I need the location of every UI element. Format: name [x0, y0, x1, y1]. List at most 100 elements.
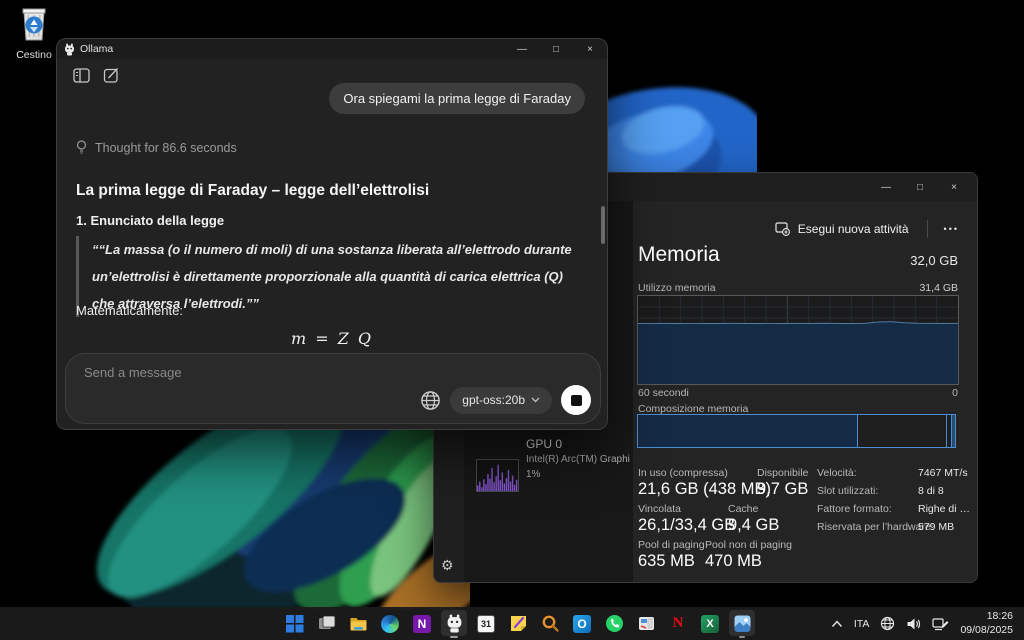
committed-label: Vincolata [638, 503, 681, 515]
memory-composition-bar [637, 414, 959, 448]
speaker-icon[interactable] [906, 617, 921, 631]
toolbar-divider [927, 220, 928, 238]
slots-label: Slot utilizzati: [817, 485, 878, 497]
taskbar-item-calendar[interactable]: 31 [470, 607, 502, 640]
clock[interactable]: 18:26 09/08/2025 [960, 610, 1013, 636]
memory-history-chart [637, 295, 959, 385]
user-message-bubble: Ora spiegami la prima legge di Faraday [329, 83, 585, 114]
run-new-task-button[interactable]: Esegui nuova attività [767, 218, 917, 240]
taskbar-item-snipping-tool[interactable] [630, 607, 662, 640]
formula: m = Z Q [57, 329, 607, 348]
cached-label: Cache [728, 503, 758, 515]
taskbar-item-search[interactable] [534, 607, 566, 640]
message-composer[interactable]: gpt-oss:20b [65, 353, 601, 424]
photos-icon [733, 614, 752, 633]
maximize-button[interactable]: □ [539, 39, 573, 59]
gpu-sparkline-chart [476, 459, 519, 492]
taskbar-item-edge[interactable] [374, 607, 406, 640]
memory-total: 32,0 GB [910, 253, 958, 268]
slots-value: 8 di 8 [918, 485, 944, 497]
more-options-button[interactable]: ••• [938, 220, 965, 238]
taskbar-item-file-explorer[interactable] [342, 607, 374, 640]
running-indicator [450, 636, 458, 639]
taskbar-item-excel[interactable]: X [694, 607, 726, 640]
taskbar-item-netflix[interactable]: N [662, 607, 694, 640]
close-button[interactable]: × [937, 173, 971, 201]
taskbar-item-task-view[interactable] [310, 607, 342, 640]
thought-status-row[interactable]: Thought for 86.6 seconds [76, 140, 237, 155]
onenote-icon: N [413, 615, 431, 633]
x-axis-left-label: 60 secondi [638, 387, 689, 399]
response-section-heading: 1. Enunciato della legge [76, 213, 224, 228]
gpu-usage: 1% [526, 469, 540, 480]
recycle-bin-desktop-icon[interactable]: Cestino [4, 6, 64, 61]
recycle-bin-icon [17, 6, 51, 42]
minimize-button[interactable]: — [505, 39, 539, 59]
llama-icon [64, 43, 75, 56]
composition-segment [857, 414, 947, 448]
ollama-icon [445, 614, 464, 633]
language-indicator[interactable]: ITA [854, 618, 870, 630]
whatsapp-icon [605, 614, 624, 633]
network-globe-icon[interactable] [880, 616, 895, 631]
x-axis-right-label: 0 [952, 387, 958, 399]
taskbar-item-start[interactable] [278, 607, 310, 640]
start-icon [285, 614, 304, 633]
taskbar-item-sticky-notes[interactable] [502, 607, 534, 640]
lightbulb-icon [76, 140, 87, 155]
globe-icon[interactable] [420, 390, 441, 411]
gpu-name: GPU 0 [526, 437, 562, 451]
in-use-label: In uso (compressa) [638, 467, 728, 479]
edge-icon [381, 615, 399, 633]
snipping-tool-icon [637, 614, 656, 633]
settings-gear-icon[interactable]: ⚙ [441, 557, 454, 574]
taskbar-item-onenote[interactable]: N [406, 607, 438, 640]
ollama-window: Ollama — □ × Ora spiegami la prima legge… [56, 38, 608, 430]
taskbar: N 31 [0, 607, 1024, 640]
speed-value: 7467 MT/s [918, 467, 968, 479]
hw-reserved-label: Riservata per l’hardware: [817, 521, 934, 533]
math-intro: Matematicamente: [76, 303, 183, 318]
tray-chevron-up-icon[interactable] [831, 620, 843, 628]
taskbar-item-outlook[interactable]: O [566, 607, 598, 640]
scrollbar-thumb[interactable] [601, 206, 605, 244]
model-name: gpt-oss:20b [462, 393, 525, 407]
new-chat-icon[interactable] [103, 67, 120, 84]
paged-pool-value: 635 MB [638, 552, 695, 571]
minimize-button[interactable]: — [869, 173, 903, 201]
ollama-titlebar[interactable]: Ollama — □ × [57, 39, 607, 59]
cached-value: 9,4 GB [728, 516, 779, 535]
speed-label: Velocità: [817, 467, 857, 479]
composition-segment [951, 414, 956, 448]
hw-reserved-value: 579 MB [918, 521, 954, 533]
composition-segment [637, 414, 858, 448]
taskbar-item-whatsapp[interactable] [598, 607, 630, 640]
sidebar-toggle-icon[interactable] [73, 67, 90, 84]
taskbar-item-photos[interactable] [726, 607, 758, 640]
pen-device-icon[interactable] [932, 617, 949, 631]
nonpaged-pool-value: 470 MB [705, 552, 762, 571]
memory-page-title: Memoria [638, 243, 720, 267]
clock-time: 18:26 [960, 610, 1013, 623]
window-title: Ollama [80, 43, 113, 55]
recycle-bin-label: Cestino [4, 49, 64, 61]
usage-chart-max: 31,4 GB [919, 282, 958, 294]
clock-date: 09/08/2025 [960, 624, 1013, 637]
chevron-down-icon [531, 397, 540, 403]
task-view-icon [317, 614, 336, 633]
taskbar-item-ollama[interactable] [438, 607, 470, 640]
gpu-description: Intel(R) Arc(TM) Graphic [526, 454, 630, 465]
run-new-task-label: Esegui nuova attività [798, 222, 909, 236]
sticky-notes-icon [509, 614, 528, 633]
close-button[interactable]: × [573, 39, 607, 59]
usage-chart-label: Utilizzo memoria [638, 282, 716, 294]
stop-generating-button[interactable] [561, 385, 591, 415]
maximize-button[interactable]: □ [903, 173, 937, 201]
gpu-list-item[interactable]: GPU 0 Intel(R) Arc(TM) Graphic 1% [464, 429, 633, 501]
file-explorer-icon [349, 614, 368, 633]
model-selector[interactable]: gpt-oss:20b [450, 387, 552, 414]
message-input[interactable] [84, 365, 384, 380]
excel-icon: X [701, 615, 719, 633]
netflix-icon: N [669, 614, 688, 633]
available-label: Disponibile [757, 467, 808, 479]
